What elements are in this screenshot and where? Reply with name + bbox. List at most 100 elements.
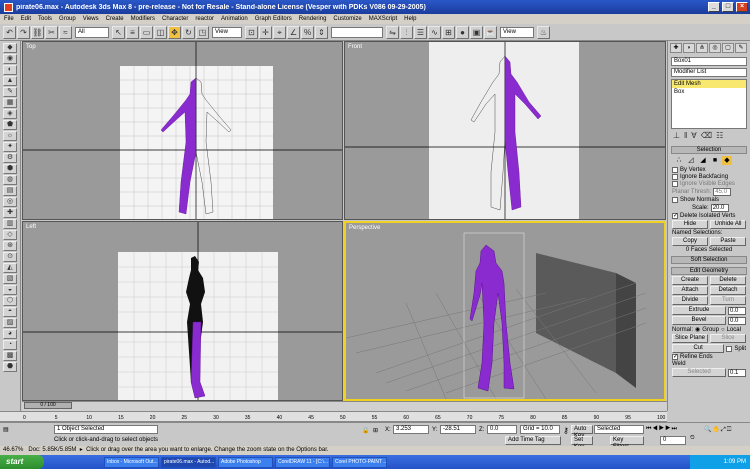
menu-tools[interactable]: Tools [38, 16, 52, 22]
undo-icon[interactable]: ↶ [3, 25, 16, 39]
modify-tab-icon[interactable]: ◗ [683, 43, 695, 53]
motion-tab-icon[interactable]: ◎ [709, 43, 721, 53]
set-key-button[interactable]: Set Key [571, 436, 593, 450]
stack-item-box[interactable]: Box [672, 88, 746, 96]
menu-graph-editors[interactable]: Graph Editors [255, 16, 292, 22]
attach-button[interactable]: Attach [672, 286, 708, 295]
menu-views[interactable]: Views [83, 16, 99, 22]
bevel-spinner[interactable]: 0.0 [728, 316, 746, 325]
auto-key-button[interactable]: Auto Key [571, 425, 593, 439]
mirror-icon[interactable]: ⇋ [386, 25, 399, 39]
create-tab-icon[interactable]: ✚ [670, 43, 682, 53]
taskbar-item-3dsmax[interactable]: pirate06.max - Autod... [161, 456, 216, 468]
show-normals-checkbox[interactable] [672, 197, 678, 203]
menu-reactor[interactable]: reactor [195, 16, 214, 22]
reference-coord-dropdown[interactable]: View [212, 26, 242, 38]
show-end-result-icon[interactable]: ‖ [684, 131, 687, 143]
tool-icon-12[interactable]: ⬢ [3, 164, 17, 174]
weld-selected-button[interactable]: Selected [672, 368, 726, 377]
tool-icon-11[interactable]: ⚙ [3, 153, 17, 163]
material-icon[interactable]: ● [456, 25, 469, 39]
y-coordinate-field[interactable]: -28.51 [440, 425, 476, 434]
absolute-mode-icon[interactable]: ⊞ [373, 427, 378, 434]
render-icon[interactable]: ☕ [484, 25, 497, 39]
selection-rollout-header[interactable]: Selection [671, 146, 747, 154]
viewport-left[interactable]: Left [22, 221, 343, 401]
vertex-icon[interactable]: ∴ [674, 156, 684, 165]
align-icon[interactable]: ⫶ [400, 25, 413, 39]
schematic-icon[interactable]: ⊞ [442, 25, 455, 39]
tool-icon-22[interactable]: ▧ [3, 274, 17, 284]
max-script-listener-icon[interactable]: ▤ [3, 426, 9, 433]
element-icon[interactable]: ◆ [722, 156, 732, 165]
scale-spinner[interactable]: 20.0 [710, 204, 729, 212]
taskbar-item-coreldraw[interactable]: CorelDRAW 11 - [C:\... [275, 456, 330, 468]
named-selection-field[interactable] [331, 26, 383, 38]
lock-selection-icon[interactable]: 🔒 [362, 427, 369, 434]
by-vertex-checkbox[interactable] [672, 167, 678, 173]
render-setup-icon[interactable]: ▣ [470, 25, 483, 39]
tool-icon-7[interactable]: ◈ [3, 109, 17, 119]
hide-button[interactable]: Hide [672, 220, 708, 229]
x-coordinate-field[interactable]: 3.253 [393, 425, 429, 434]
viewport-label-perspective[interactable]: Perspective [349, 225, 381, 231]
tool-icon-14[interactable]: ▤ [3, 186, 17, 196]
link-icon[interactable]: ⛓ [31, 25, 44, 39]
extrude-spinner[interactable]: 0.0 [728, 306, 746, 315]
slice-button[interactable]: Slice [710, 334, 746, 343]
edit-geometry-rollout-header[interactable]: Edit Geometry [671, 267, 747, 275]
planar-thresh-spinner[interactable]: 45.0 [713, 188, 732, 196]
unlink-icon[interactable]: ✂ [45, 25, 58, 39]
tool-icon-20[interactable]: ⊙ [3, 252, 17, 262]
tool-icon-15[interactable]: ◎ [3, 197, 17, 207]
time-config-icon[interactable]: ⏲ [690, 435, 696, 442]
bind-icon[interactable]: ≈ [59, 25, 72, 39]
current-frame-field[interactable]: 0 [660, 436, 686, 445]
face-icon[interactable]: ◢ [698, 156, 708, 165]
remove-modifier-icon[interactable]: ⌫ [701, 131, 712, 143]
polygon-icon[interactable]: ■ [710, 156, 720, 165]
percent-snap-icon[interactable]: % [301, 25, 314, 39]
rotate-icon[interactable]: ↻ [182, 25, 195, 39]
pin-stack-icon[interactable]: ⊥ [673, 131, 680, 143]
edge-icon[interactable]: ◿ [686, 156, 696, 165]
turn-button[interactable]: Turn [710, 296, 746, 305]
scale-icon[interactable]: ◳ [196, 25, 209, 39]
track-bar[interactable]: 0 5 10 15 20 25 30 35 40 45 50 55 60 65 70 75 80 85 90 95 10… [0, 411, 667, 422]
angle-snap-icon[interactable]: ∠ [287, 25, 300, 39]
delete-isolated-checkbox[interactable] [672, 213, 678, 219]
create-button[interactable]: Create [672, 276, 708, 285]
menu-animation[interactable]: Animation [221, 16, 248, 22]
select-icon[interactable]: ↖ [112, 25, 125, 39]
tool-icon-1[interactable]: ◆ [3, 43, 17, 53]
modifier-list-dropdown[interactable]: Modifier List [671, 68, 747, 77]
object-name-field[interactable]: Box01 [671, 57, 747, 66]
minimize-button[interactable]: _ [708, 2, 720, 12]
time-slider-track[interactable] [22, 401, 667, 411]
tool-icon-27[interactable]: ◕ [3, 329, 17, 339]
refine-ends-checkbox[interactable] [672, 354, 678, 360]
viewport-perspective[interactable]: Perspective [344, 221, 666, 401]
navigation-controls[interactable]: 🔍✋⤢◫ [704, 426, 732, 434]
playback-controls[interactable]: ⏮◀▶▶⏭ [646, 426, 678, 433]
split-checkbox[interactable] [726, 345, 733, 352]
tool-icon-19[interactable]: ⊛ [3, 241, 17, 251]
viewport-label-left[interactable]: Left [26, 224, 36, 230]
detach-button[interactable]: Detach [710, 286, 746, 295]
z-coordinate-field[interactable]: 0.0 [487, 425, 517, 434]
taskbar-item-outlook[interactable]: Inbox - Microsoft Out... [104, 456, 159, 468]
menu-help[interactable]: Help [404, 16, 416, 22]
make-unique-icon[interactable]: ∀ [691, 131, 696, 143]
start-button[interactable]: start [0, 455, 44, 469]
pivot-icon[interactable]: ⊡ [245, 25, 258, 39]
tool-icon-2[interactable]: ◉ [3, 54, 17, 64]
viewport-top[interactable]: Top [22, 41, 343, 220]
unhide-all-button[interactable]: Unhide All [710, 220, 746, 229]
snap-icon[interactable]: ⌖ [273, 25, 286, 39]
weld-threshold-spinner[interactable]: 0.1 [728, 368, 746, 377]
local-radio[interactable]: ○ [721, 327, 725, 333]
menu-rendering[interactable]: Rendering [299, 16, 327, 22]
manipulate-icon[interactable]: ✛ [259, 25, 272, 39]
tool-icon-10[interactable]: ✦ [3, 142, 17, 152]
tool-icon-29[interactable]: ▩ [3, 351, 17, 361]
